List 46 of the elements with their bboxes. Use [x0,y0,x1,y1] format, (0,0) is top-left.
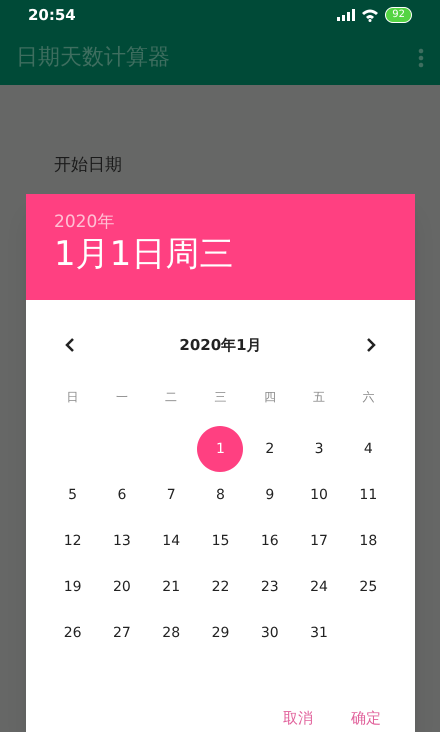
day-cell[interactable]: 27 [98,610,145,656]
day-cell[interactable]: 4 [345,426,392,472]
day-cell[interactable]: 28 [148,610,194,656]
day-cell[interactable]: 19 [50,564,96,610]
app-title: 日期天数计算器 [16,44,170,72]
day-cell[interactable]: 15 [197,518,244,564]
signal-icon [337,9,356,21]
weekday-label: 六 [362,389,374,406]
wifi-icon [361,8,380,22]
day-cell[interactable]: 16 [246,518,293,564]
day-cell[interactable]: 3 [296,426,342,472]
day-cell[interactable]: 22 [197,564,244,610]
status-time: 20:54 [28,4,76,26]
weekday-label: 三 [214,389,226,406]
weekday-label: 二 [165,389,178,406]
day-cell[interactable]: 18 [345,518,392,564]
day-cell[interactable]: 31 [296,610,342,656]
weekday-label: 五 [313,389,326,406]
day-cell[interactable]: 5 [50,472,96,518]
battery-level: 92 [385,7,412,23]
field-label: 开始日期 [54,155,122,175]
day-cell[interactable]: 2 [246,426,293,472]
weekday-label: 四 [264,389,276,406]
day-cell[interactable]: 24 [296,564,342,610]
day-cell[interactable]: 10 [296,472,342,518]
weekday-label: 日 [66,389,79,406]
day-cell[interactable]: 12 [50,518,96,564]
day-cell[interactable]: 9 [246,472,293,518]
day-cell[interactable]: 13 [98,518,145,564]
day-cell[interactable]: 20 [98,564,145,610]
day-cell[interactable]: 23 [246,564,293,610]
day-cell[interactable]: 29 [197,610,244,656]
next-month-icon[interactable] [365,337,377,353]
day-cell[interactable]: 8 [197,472,244,518]
day-cell[interactable]: 14 [148,518,194,564]
previous-month-icon[interactable] [64,337,76,353]
month-title: 2020年1月 [179,334,262,356]
day-cell[interactable]: 26 [50,610,96,656]
day-cell[interactable]: 17 [296,518,342,564]
day-cell[interactable]: 7 [148,472,194,518]
weekday-label: 一 [116,389,128,406]
day-cell[interactable]: 30 [246,610,293,656]
day-cell[interactable]: 25 [345,564,392,610]
day-cell[interactable]: 21 [148,564,194,610]
day-cell[interactable]: 11 [345,472,392,518]
day-cell[interactable]: 6 [98,472,145,518]
